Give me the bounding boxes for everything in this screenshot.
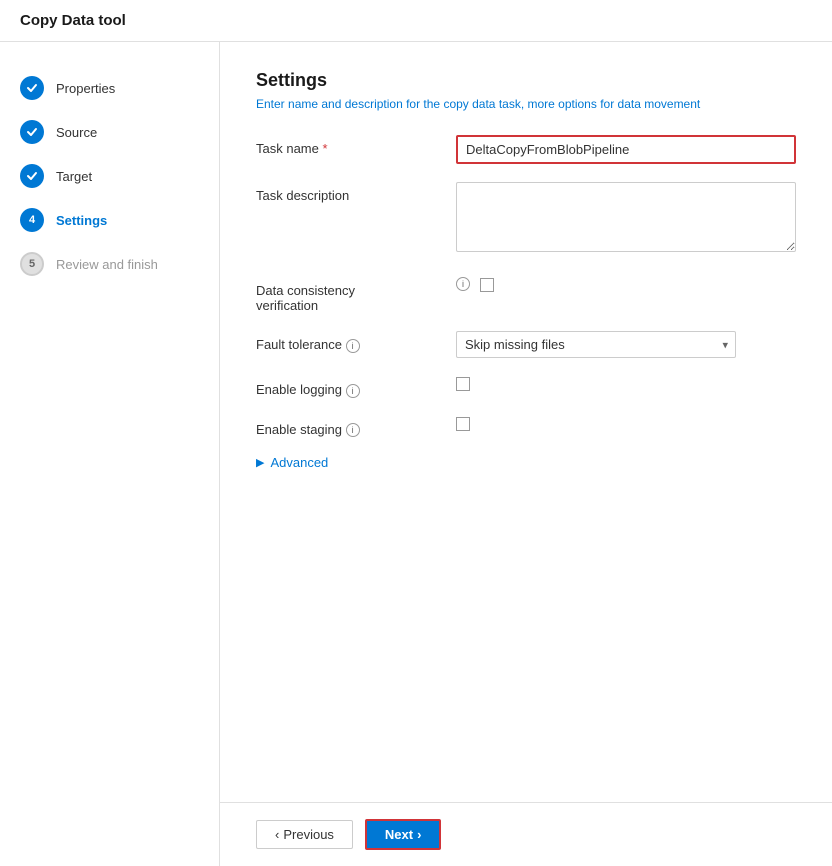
data-consistency-checkbox-row: i (456, 273, 796, 292)
previous-label: Previous (283, 827, 334, 842)
fault-tolerance-select-wrapper: None Skip missing files Skip incompatibl… (456, 331, 736, 358)
sidebar-item-source[interactable]: Source (0, 110, 219, 154)
step-label-settings: Settings (56, 213, 107, 228)
step-label-properties: Properties (56, 81, 115, 96)
sidebar-item-properties[interactable]: Properties (0, 66, 219, 110)
advanced-label: Advanced (270, 455, 328, 470)
data-consistency-info-icon[interactable]: i (456, 277, 470, 291)
sidebar-item-target[interactable]: Target (0, 154, 219, 198)
enable-logging-label: Enable logging i (256, 376, 456, 398)
section-subtitle: Enter name and description for the copy … (256, 97, 796, 111)
next-icon: › (417, 827, 421, 842)
required-indicator: * (323, 141, 328, 156)
advanced-section[interactable]: ▶ Advanced (256, 455, 796, 470)
next-button[interactable]: Next › (365, 819, 442, 850)
fault-tolerance-select[interactable]: None Skip missing files Skip incompatibl… (456, 331, 736, 358)
enable-staging-control (456, 416, 796, 434)
next-label: Next (385, 827, 413, 842)
sidebar: Properties Source Target (0, 42, 220, 866)
advanced-expand-icon: ▶ (256, 456, 264, 469)
previous-button[interactable]: ‹ Previous (256, 820, 353, 849)
task-description-row: Task description (256, 182, 796, 255)
step-circle-properties (20, 76, 44, 100)
enable-staging-checkbox[interactable] (456, 417, 470, 431)
content-area: Settings Enter name and description for … (220, 42, 832, 802)
task-name-row: Task name * (256, 135, 796, 164)
enable-logging-control (456, 376, 796, 394)
task-name-label: Task name * (256, 135, 456, 156)
step-label-source: Source (56, 125, 97, 140)
step-circle-settings: 4 (20, 208, 44, 232)
step-circle-review: 5 (20, 252, 44, 276)
previous-icon: ‹ (275, 827, 279, 842)
step-circle-source (20, 120, 44, 144)
enable-staging-row: Enable staging i (256, 416, 796, 438)
enable-staging-label: Enable staging i (256, 416, 456, 438)
sidebar-item-review[interactable]: 5 Review and finish (0, 242, 219, 286)
enable-logging-info-icon[interactable]: i (346, 384, 360, 398)
fault-tolerance-row: Fault tolerance i None Skip missing file… (256, 331, 796, 358)
task-name-control (456, 135, 796, 164)
enable-logging-checkbox[interactable] (456, 377, 470, 391)
main-panel: Settings Enter name and description for … (220, 42, 832, 866)
data-consistency-checkbox[interactable] (480, 278, 494, 292)
task-name-input[interactable] (456, 135, 796, 164)
app-title: Copy Data tool (0, 0, 832, 42)
fault-tolerance-label: Fault tolerance i (256, 331, 456, 353)
task-description-control (456, 182, 796, 255)
enable-staging-info-icon[interactable]: i (346, 423, 360, 437)
data-consistency-control: i (456, 273, 796, 292)
fault-tolerance-control: None Skip missing files Skip incompatibl… (456, 331, 796, 358)
step-circle-target (20, 164, 44, 188)
footer: ‹ Previous Next › (220, 802, 832, 866)
data-consistency-label: Data consistency verification (256, 273, 456, 313)
sidebar-item-settings[interactable]: 4 Settings (0, 198, 219, 242)
task-description-label: Task description (256, 182, 456, 203)
enable-logging-row: Enable logging i (256, 376, 796, 398)
section-title: Settings (256, 70, 796, 91)
step-label-review: Review and finish (56, 257, 158, 272)
fault-tolerance-info-icon[interactable]: i (346, 339, 360, 353)
data-consistency-row: Data consistency verification i (256, 273, 796, 313)
step-label-target: Target (56, 169, 92, 184)
task-description-input[interactable] (456, 182, 796, 252)
